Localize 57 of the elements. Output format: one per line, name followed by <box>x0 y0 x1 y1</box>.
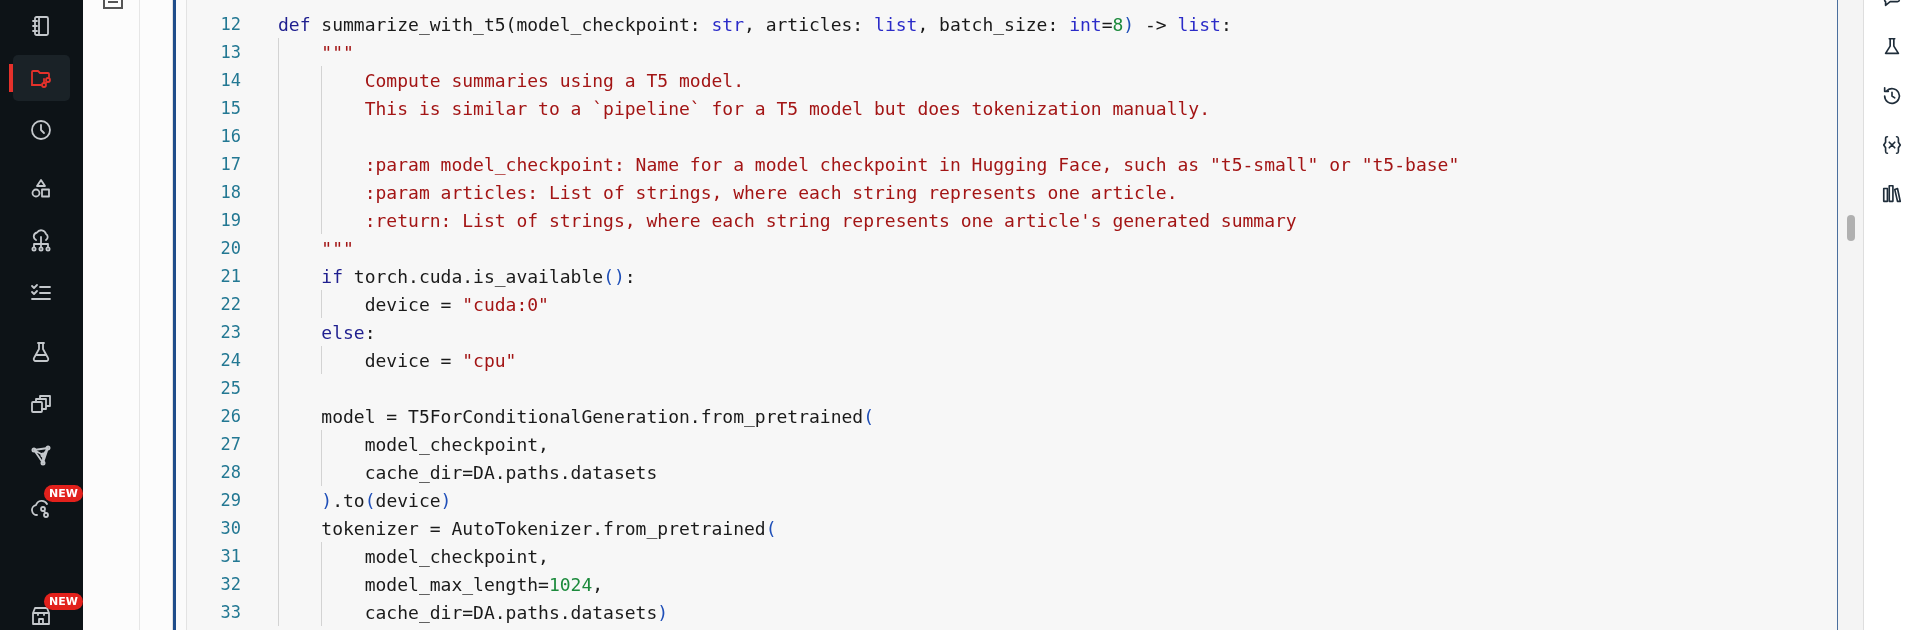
line-number: 30 <box>219 518 241 538</box>
code-line: :return: List of strings, where each string represents one article's generated summary <box>363 209 1297 231</box>
variables-icon[interactable] <box>1881 133 1903 156</box>
line-number: 25 <box>219 378 241 398</box>
code-line: cache_dir=DA.paths.datasets) <box>363 601 669 623</box>
line-number: 18 <box>219 182 241 202</box>
nav-item[interactable]: NEW <box>13 485 80 531</box>
line-number: 27 <box>219 434 241 454</box>
network-icon[interactable] <box>29 444 53 468</box>
line-number: 23 <box>219 322 241 342</box>
line-number: 26 <box>219 406 241 426</box>
line-number: 21 <box>219 266 241 286</box>
code-line: model_max_length=1024, <box>363 573 604 595</box>
line-number: 13 <box>219 42 241 62</box>
history-icon[interactable] <box>1881 84 1903 107</box>
line-number: 28 <box>219 462 241 482</box>
line-number: 14 <box>219 70 241 90</box>
code-line: ).to(device) <box>320 489 452 511</box>
code-line: tokenizer = AutoTokenizer.from_pretrained( <box>320 517 777 539</box>
code-cell[interactable] <box>173 0 1838 630</box>
clock-icon[interactable] <box>29 118 53 142</box>
new-badge: NEW <box>44 593 83 610</box>
code-line: cache_dir=DA.paths.datasets <box>363 461 658 483</box>
code-line: if torch.cuda.is_available(): <box>320 265 636 287</box>
code-line: This is similar to a `pipeline` for a T5 model but does tokenization manually. <box>363 97 1210 119</box>
code-line: model_checkpoint, <box>363 545 549 567</box>
nav-item[interactable]: NEW <box>13 593 80 630</box>
copies-icon[interactable] <box>29 392 53 416</box>
line-number: 31 <box>219 546 241 566</box>
code-line: :param model_checkpoint: Name for a model checkpoint in Hugging Face, such as "t5-small" or "t5-base" <box>363 153 1460 175</box>
code-line: """ <box>320 237 354 259</box>
list-icon[interactable] <box>103 0 123 10</box>
code-line: device = "cuda:0" <box>363 293 549 315</box>
line-number: 17 <box>219 154 241 174</box>
line-number: 12 <box>219 14 241 34</box>
bar-chart-icon[interactable] <box>1881 182 1903 205</box>
new-badge: NEW <box>44 485 83 502</box>
shop-icon[interactable] <box>29 604 53 628</box>
code-line: else: <box>320 321 376 343</box>
line-number: 32 <box>219 574 241 594</box>
code-line: Compute summaries using a T5 model. <box>363 69 744 91</box>
code-line: model_checkpoint, <box>363 433 549 455</box>
line-number: 19 <box>219 210 241 230</box>
line-number: 22 <box>219 294 241 314</box>
line-number: 20 <box>219 238 241 258</box>
line-number: 29 <box>219 490 241 510</box>
code-line: model = T5ForConditionalGeneration.from_pretrained( <box>320 405 875 427</box>
line-number: 16 <box>219 126 241 146</box>
line-number: 24 <box>219 350 241 370</box>
line-number: 33 <box>219 602 241 622</box>
scrollbar-thumb[interactable] <box>1846 215 1855 241</box>
code-line: :param articles: List of strings, where each string represents one article. <box>363 181 1178 203</box>
code-line: device = "cpu" <box>363 349 517 371</box>
code-line: def summarize_with_t5(model_checkpoint: str, articles: list, batch_size: int=8) -> list: <box>278 13 1232 35</box>
code-line: """ <box>320 41 354 63</box>
cloud-tree-icon[interactable] <box>29 229 53 253</box>
line-number: 15 <box>219 98 241 118</box>
